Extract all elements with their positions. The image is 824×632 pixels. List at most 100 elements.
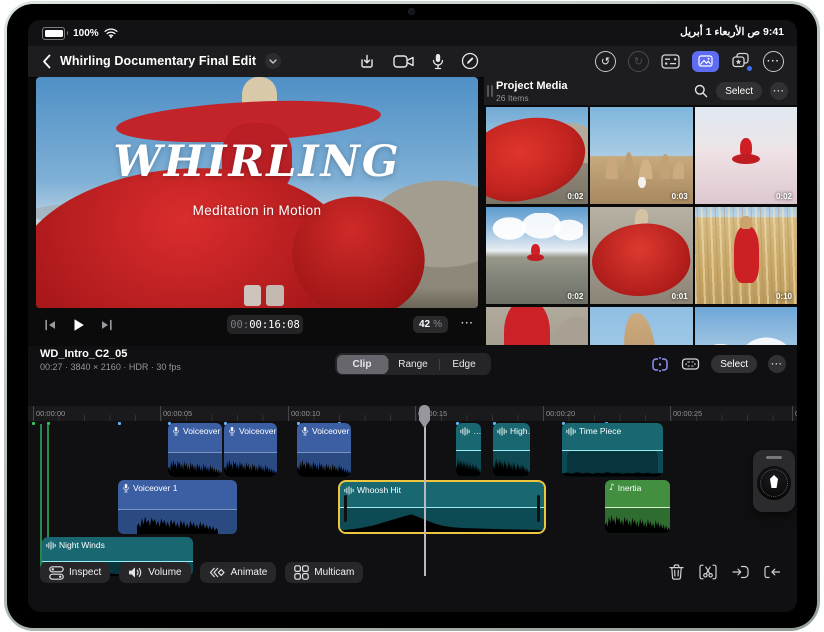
media-thumbnail[interactable]: 0:02	[486, 107, 589, 204]
clip-label: Time Piece	[579, 426, 622, 436]
camera-icon[interactable]	[393, 54, 415, 69]
clip-label: Inertia	[617, 483, 642, 493]
media-thumbnail[interactable]: 0:01	[590, 207, 693, 304]
photo-icon	[698, 55, 713, 67]
media-thumbnail[interactable]	[694, 307, 797, 345]
connect-clip-icon[interactable]	[681, 356, 700, 372]
viewer-more-button[interactable]: ···	[461, 318, 474, 329]
panel-drag-handle[interactable]	[487, 85, 493, 97]
pencil-draw-icon[interactable]	[461, 52, 479, 70]
overwrite-clip-icon[interactable]	[764, 565, 781, 579]
inspect-button[interactable]: Inspect	[40, 562, 111, 583]
ruler-label: 00:00:20	[546, 409, 576, 418]
mode-clip[interactable]: Clip	[336, 354, 388, 374]
timeline-clip-time-piece[interactable]: Time Piece	[562, 423, 663, 477]
timeline-more-button[interactable]: ···	[768, 355, 786, 373]
jog-drag-handle[interactable]	[766, 456, 782, 459]
timecode-display[interactable]: 00: 00:16:08	[227, 315, 303, 334]
title-menu-button[interactable]	[265, 53, 282, 69]
multicam-icon	[294, 565, 310, 580]
app-screen: 100% 9:41 ص الأربعاء 1 أبريل Whirling Do…	[28, 20, 797, 612]
volume-button[interactable]: Volume	[119, 562, 191, 583]
timeline-clip-voiceover3[interactable]: Voiceover 3	[297, 423, 351, 477]
battery-percent: 100%	[73, 27, 99, 39]
media-thumbnail[interactable]	[590, 307, 693, 345]
scene-legs	[243, 284, 262, 306]
ruler-label: 00:00:30	[795, 409, 797, 418]
media-item-count: 26 Items	[496, 93, 529, 103]
clip-label: Voiceover 3	[312, 426, 351, 436]
split-clip-icon[interactable]	[699, 564, 717, 580]
mic-icon[interactable]	[432, 53, 444, 70]
chevron-down-icon	[269, 58, 277, 64]
search-icon[interactable]	[694, 84, 708, 98]
media-more-button[interactable]: ···	[770, 82, 788, 100]
media-select-button[interactable]: Select	[716, 82, 762, 100]
viewer-zoom-control[interactable]: 42 %	[412, 316, 448, 333]
bottom-toolbar: Inspect Volume Animate Multicam	[28, 562, 797, 586]
animate-button[interactable]: Animate	[199, 562, 277, 583]
inspector-icon[interactable]	[661, 53, 680, 69]
timeline-select-button[interactable]: Select	[711, 355, 757, 373]
clip-label: Voiceover 2	[183, 426, 222, 436]
clip-label: …	[473, 426, 481, 436]
jog-dial[interactable]	[757, 466, 791, 500]
timeline-clip-high[interactable]: High…	[493, 423, 530, 477]
clip-duration: 0:02	[775, 192, 792, 201]
previous-frame-button[interactable]	[44, 319, 57, 331]
more-button[interactable]: ···	[763, 50, 784, 72]
mode-edge[interactable]: Edge	[438, 355, 490, 374]
media-panel-title: Project Media	[496, 80, 568, 92]
clip-duration: 0:01	[671, 292, 688, 301]
selected-clip-meta: 00:27 · 3840 × 2160 · HDR · 30 fps	[40, 362, 181, 372]
timecode-hours: 00:	[230, 318, 250, 331]
timeline-ruler[interactable]: 00:00:00 00:00:05 00:00:10 00:00:15 00:0…	[28, 406, 797, 421]
media-thumbnail[interactable]: 0:02	[486, 207, 589, 304]
play-button[interactable]	[72, 318, 85, 332]
mode-range[interactable]: Range	[387, 355, 439, 374]
playhead-handle[interactable]	[419, 405, 430, 428]
ruler-label: 00:00:00	[36, 409, 66, 418]
timeline-clip-sfx-small[interactable]: …	[456, 423, 481, 477]
status-bar: 100% 9:41 ص الأربعاء 1 أبريل	[28, 20, 797, 46]
next-frame-button[interactable]	[100, 319, 113, 331]
timeline-clip-voiceover1[interactable]: Voiceover 1	[118, 480, 237, 534]
timeline-clip-voiceover2-b[interactable]: Voiceover 2	[224, 423, 277, 477]
snapping-toggle-icon[interactable]	[650, 356, 670, 373]
clip-label: Voiceover 1	[133, 483, 178, 493]
inspect-icon	[49, 565, 64, 580]
back-icon[interactable]	[42, 54, 51, 69]
screenshot-root: 100% 9:41 ص الأربعاء 1 أبريل Whirling Do…	[0, 0, 824, 632]
front-camera	[408, 8, 415, 15]
media-browser-button-active[interactable]	[692, 50, 719, 72]
clip-label: Whoosh Hit	[357, 485, 401, 495]
timeline-clip-whoosh-hit-selected[interactable]: Whoosh Hit	[338, 480, 546, 534]
project-media-panel: Project Media 26 Items Select ··· 0:02 0…	[484, 77, 797, 345]
timeline-clip-inertia[interactable]: ♪ Inertia	[605, 480, 670, 534]
media-grid: 0:02 0:03 0:02 0:02 0:01 0:10	[486, 107, 797, 345]
media-thumbnail[interactable]: 0:10	[694, 207, 797, 304]
jog-wheel-control[interactable]	[753, 450, 795, 512]
import-media-icon[interactable]	[358, 53, 376, 70]
undo-button[interactable]: ↺	[595, 50, 616, 72]
clip-duration: 0:03	[671, 192, 688, 201]
timeline-clip-voiceover2-a[interactable]: Voiceover 2	[168, 423, 222, 477]
clip-label: Night Winds	[59, 540, 105, 550]
scene-legs2	[265, 284, 284, 306]
insert-clip-icon[interactable]	[732, 565, 749, 579]
redo-button[interactable]: ↻	[628, 50, 649, 72]
top-toolbar: Whirling Documentary Final Edit ↺ ↻ ···	[28, 46, 797, 78]
video-viewer[interactable]: WHIRLING Meditation in Motion	[36, 77, 478, 308]
project-title: Whirling Documentary Final Edit	[60, 54, 257, 68]
trim-handle-right[interactable]	[537, 495, 540, 522]
trim-handle-left[interactable]	[344, 495, 347, 522]
zoom-value: 42	[418, 319, 431, 330]
clip-label: Voiceover 2	[239, 426, 277, 436]
media-thumbnail[interactable]: 0:02	[694, 107, 797, 204]
media-header: Project Media 26 Items Select ···	[484, 77, 797, 105]
media-thumbnail[interactable]	[486, 307, 589, 345]
titles-effects-button[interactable]	[731, 52, 752, 71]
multicam-button[interactable]: Multicam	[285, 562, 364, 583]
delete-icon[interactable]	[669, 564, 684, 580]
media-thumbnail[interactable]: 0:03	[590, 107, 693, 204]
